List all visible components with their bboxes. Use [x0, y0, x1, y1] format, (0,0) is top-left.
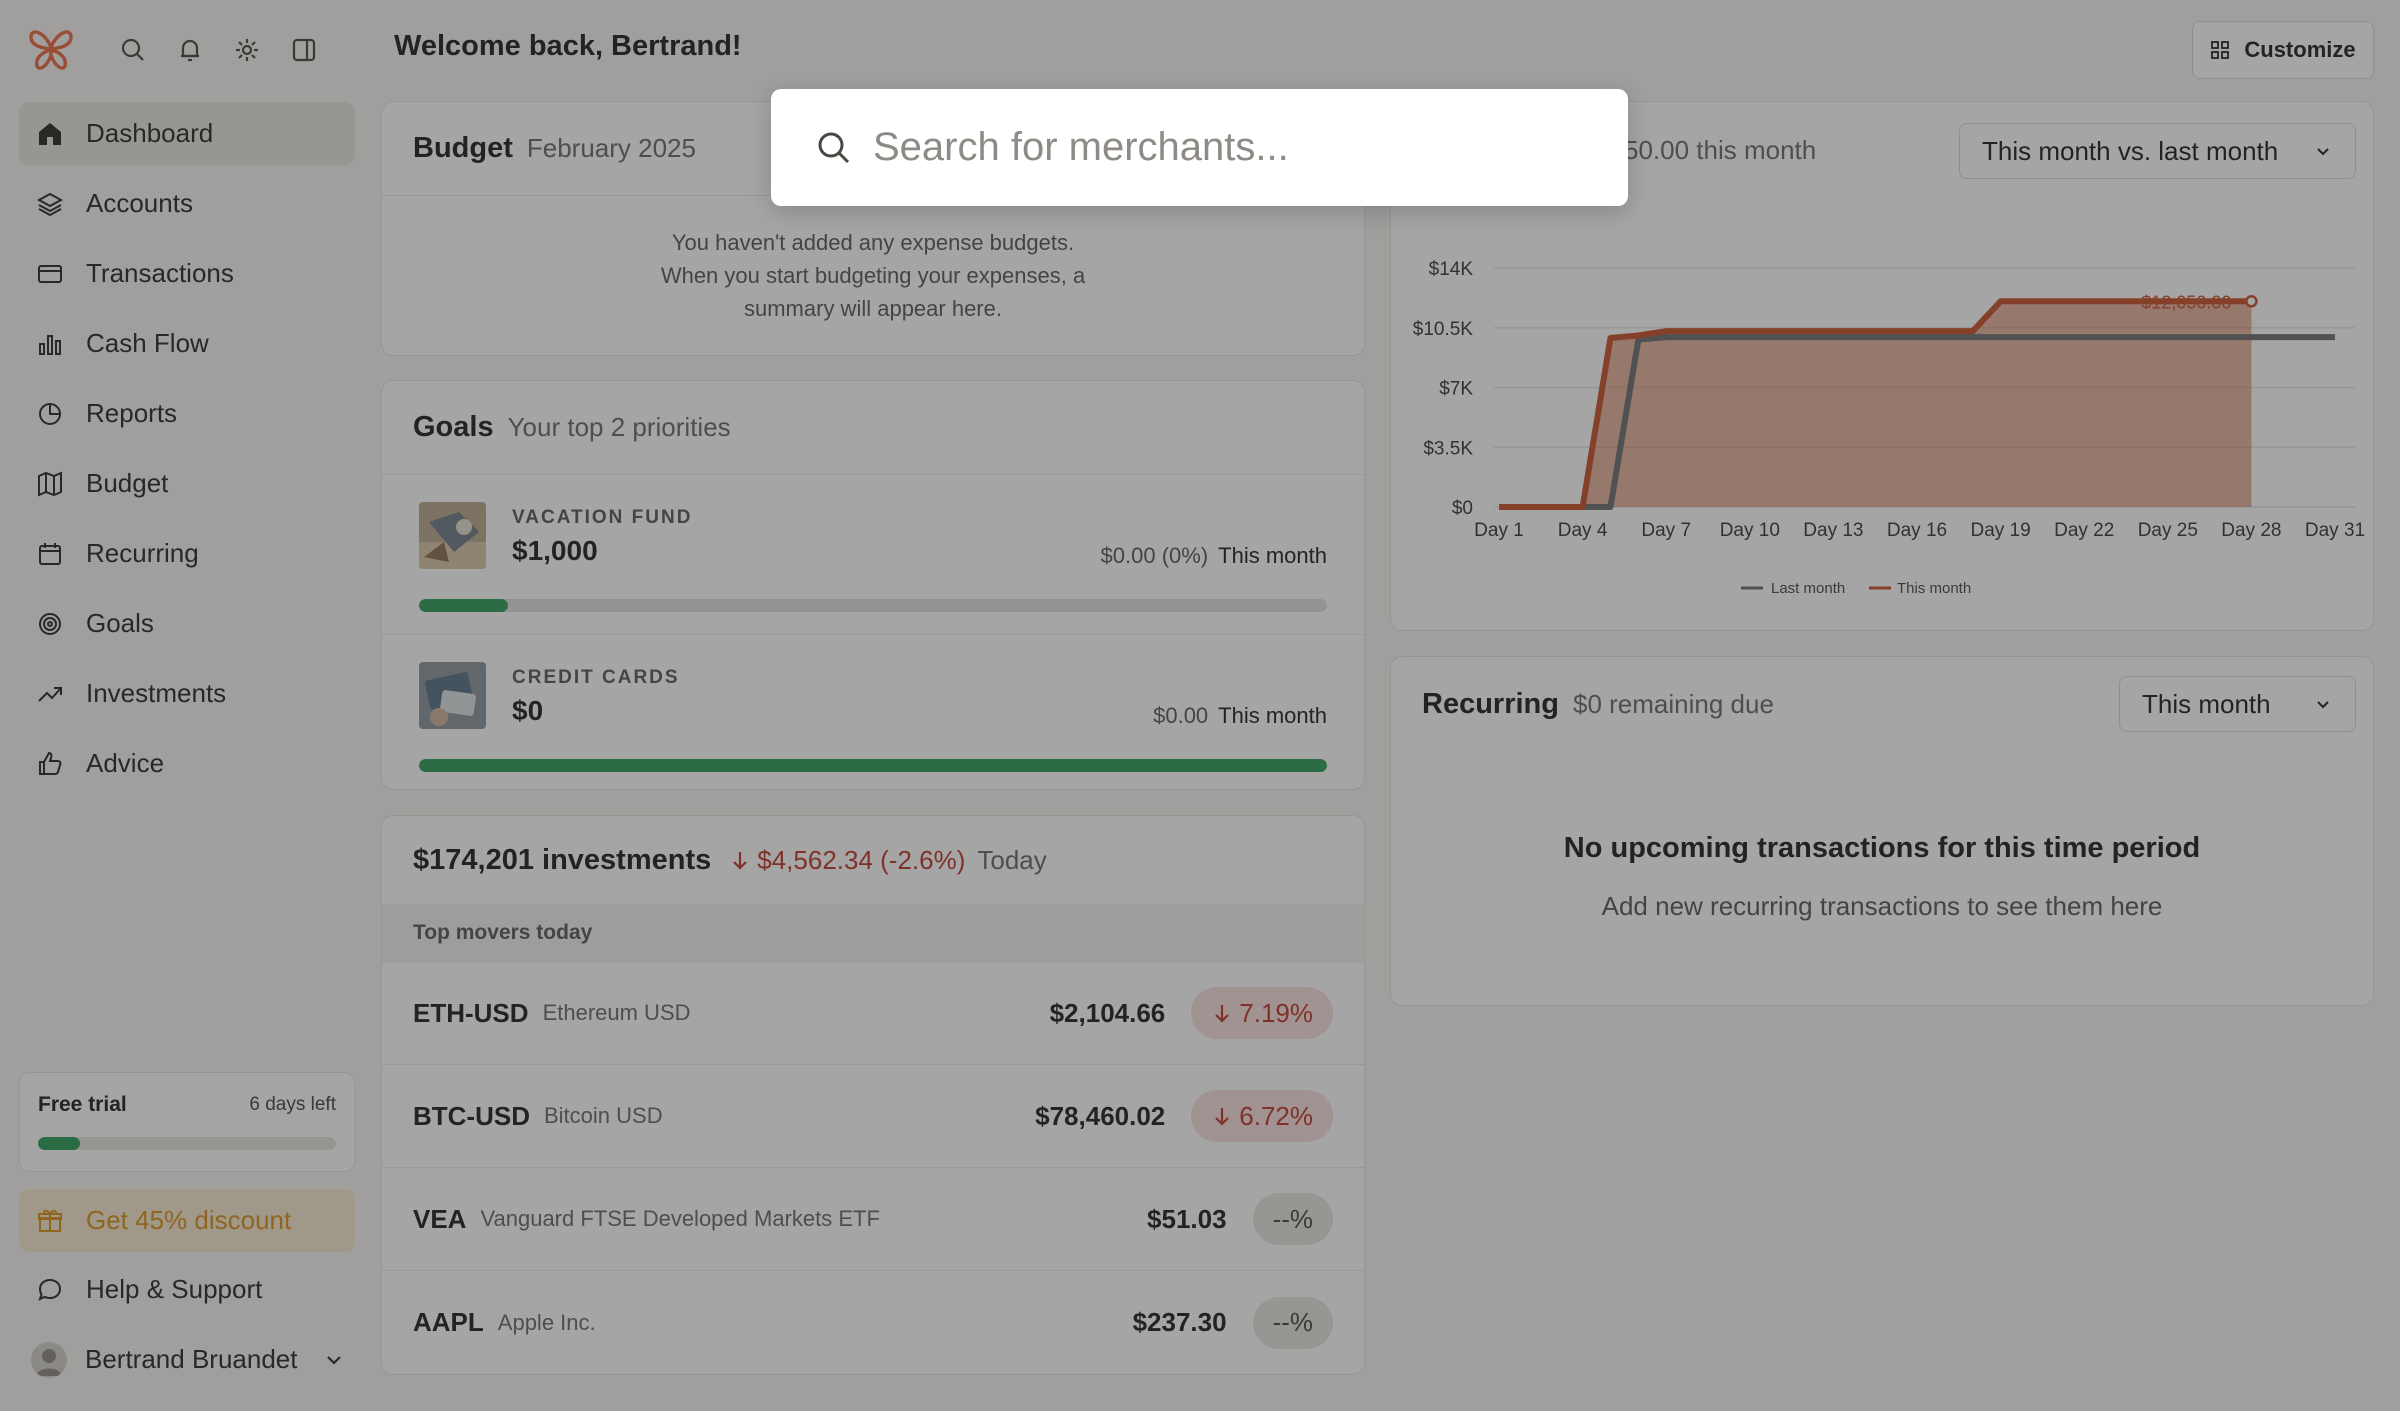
merchant-search-input[interactable] — [873, 125, 1573, 170]
search-icon — [818, 132, 850, 163]
modal-backdrop[interactable] — [0, 0, 2400, 1411]
merchant-search-box — [771, 89, 1628, 206]
